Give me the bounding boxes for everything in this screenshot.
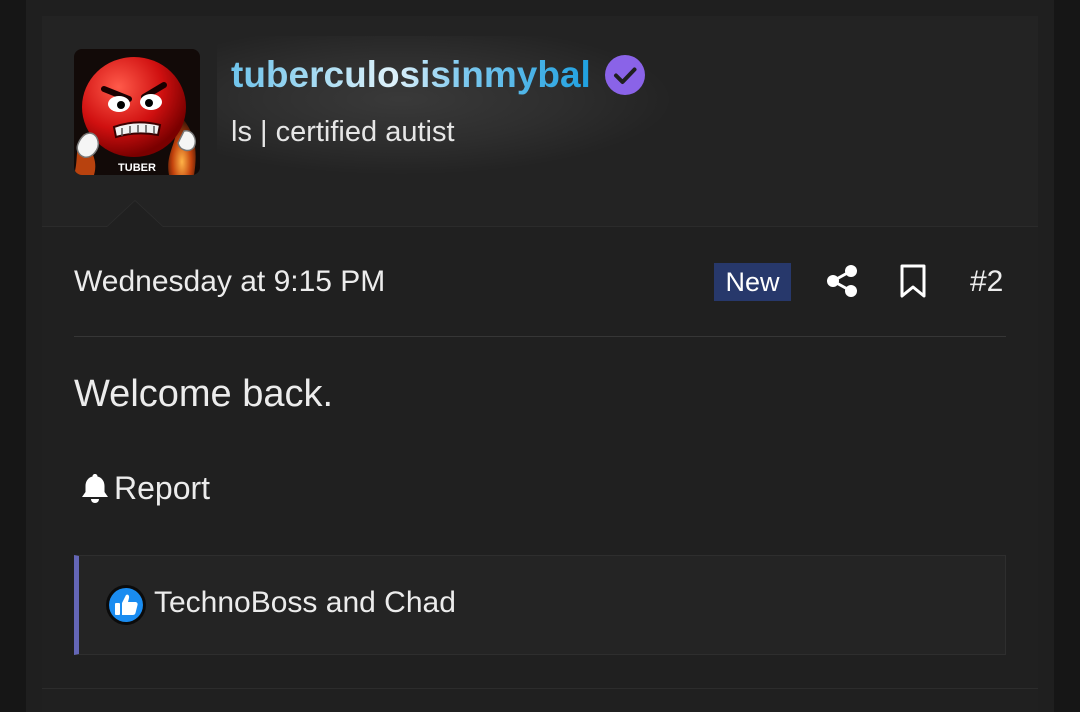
forum-post: TUBER tuberculosisinmybal ls | certified… — [42, 16, 1038, 712]
like-thumbs-up-icon — [106, 585, 146, 625]
reactions-bar: TechnoBoss and Chad — [74, 555, 1006, 655]
post-date[interactable]: Wednesday at 9:15 PM — [74, 265, 385, 299]
avatar-caption: TUBER — [118, 162, 156, 174]
bookmark-icon[interactable] — [898, 264, 928, 298]
page-background: TUBER tuberculosisinmybal ls | certified… — [26, 0, 1054, 712]
new-badge: New — [714, 263, 791, 301]
avatar-image: TUBER — [74, 49, 200, 175]
user-title: ls | certified autist — [231, 116, 455, 148]
report-label: Report — [114, 469, 211, 506]
user-avatar[interactable]: TUBER — [74, 49, 200, 175]
post-meta-bar: Wednesday at 9:15 PM New #2 — [74, 256, 1006, 337]
reactions-users-link[interactable]: TechnoBoss and Chad — [154, 586, 456, 620]
post-number-link[interactable]: #2 — [970, 265, 1003, 299]
post-divider — [42, 688, 1038, 689]
share-icon[interactable] — [825, 264, 859, 298]
verified-check-icon — [605, 55, 645, 95]
header-pointer-arrow — [106, 200, 164, 227]
report-button[interactable]: Report — [80, 468, 210, 508]
post-body-text: Welcome back. — [74, 373, 334, 415]
bell-icon — [82, 474, 108, 503]
post-user-header: TUBER tuberculosisinmybal ls | certified… — [42, 16, 1038, 227]
username-link[interactable]: tuberculosisinmybal — [231, 54, 591, 96]
